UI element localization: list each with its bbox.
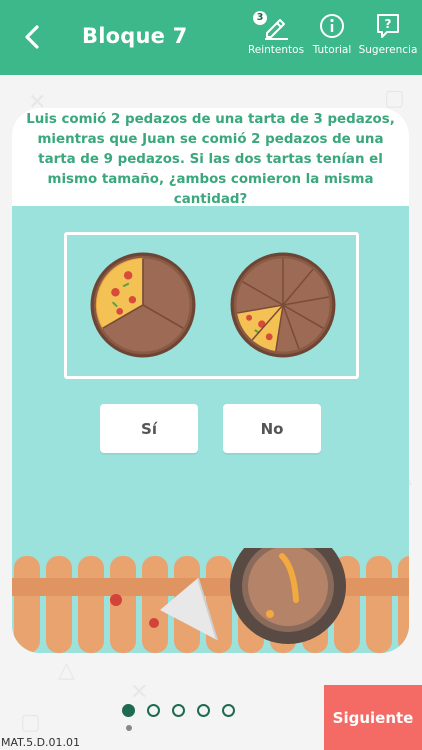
page-title: Bloque 7 [82, 24, 188, 48]
pizza-frame [64, 232, 359, 379]
page-dot[interactable] [197, 704, 210, 717]
background-doodle: ▢ [384, 86, 405, 111]
question-bubble-icon: ? [377, 14, 399, 38]
retries-label: Reintentos [247, 44, 305, 56]
back-button[interactable] [18, 22, 48, 52]
chevron-left-icon [25, 25, 39, 49]
answer-yes-button[interactable]: Sí [100, 404, 198, 453]
retries-button[interactable]: 3 Reintentos [247, 11, 305, 56]
exercise-code: MAT.5.D.01.01 [1, 736, 81, 749]
pizza-three-slices [90, 252, 196, 358]
suggestion-label: Sugerencia [358, 44, 418, 56]
next-button[interactable]: Siguiente [324, 685, 422, 750]
svg-text:?: ? [385, 17, 392, 31]
retries-badge: 3 [253, 11, 267, 25]
exercise-card: Luis comió 2 pedazos de una tarta de 3 p… [12, 108, 409, 653]
background-doodle: △ [58, 658, 75, 683]
info-icon [320, 14, 344, 38]
question-text: Luis comió 2 pedazos de una tarta de 3 p… [26, 112, 395, 207]
tutorial-label: Tutorial [312, 44, 352, 56]
app-header: Bloque 7 3 Reintentos Tutorial ? Sugeren… [0, 0, 422, 75]
fence-illustration [12, 548, 409, 653]
pizza-nine-slices [230, 252, 336, 358]
suggestion-button[interactable]: ? Sugerencia [358, 12, 418, 56]
current-page-indicator [126, 725, 132, 731]
background-doodle: ▢ [20, 710, 41, 735]
background-doodle: ✕ [130, 680, 149, 705]
page-dot[interactable] [147, 704, 160, 717]
page-dot[interactable] [122, 704, 135, 717]
answer-no-button[interactable]: No [223, 404, 321, 453]
tutorial-button[interactable]: Tutorial [309, 12, 355, 56]
exercise-scene: Sí No [12, 206, 409, 653]
page-dot[interactable] [222, 704, 235, 717]
page-dot[interactable] [172, 704, 185, 717]
